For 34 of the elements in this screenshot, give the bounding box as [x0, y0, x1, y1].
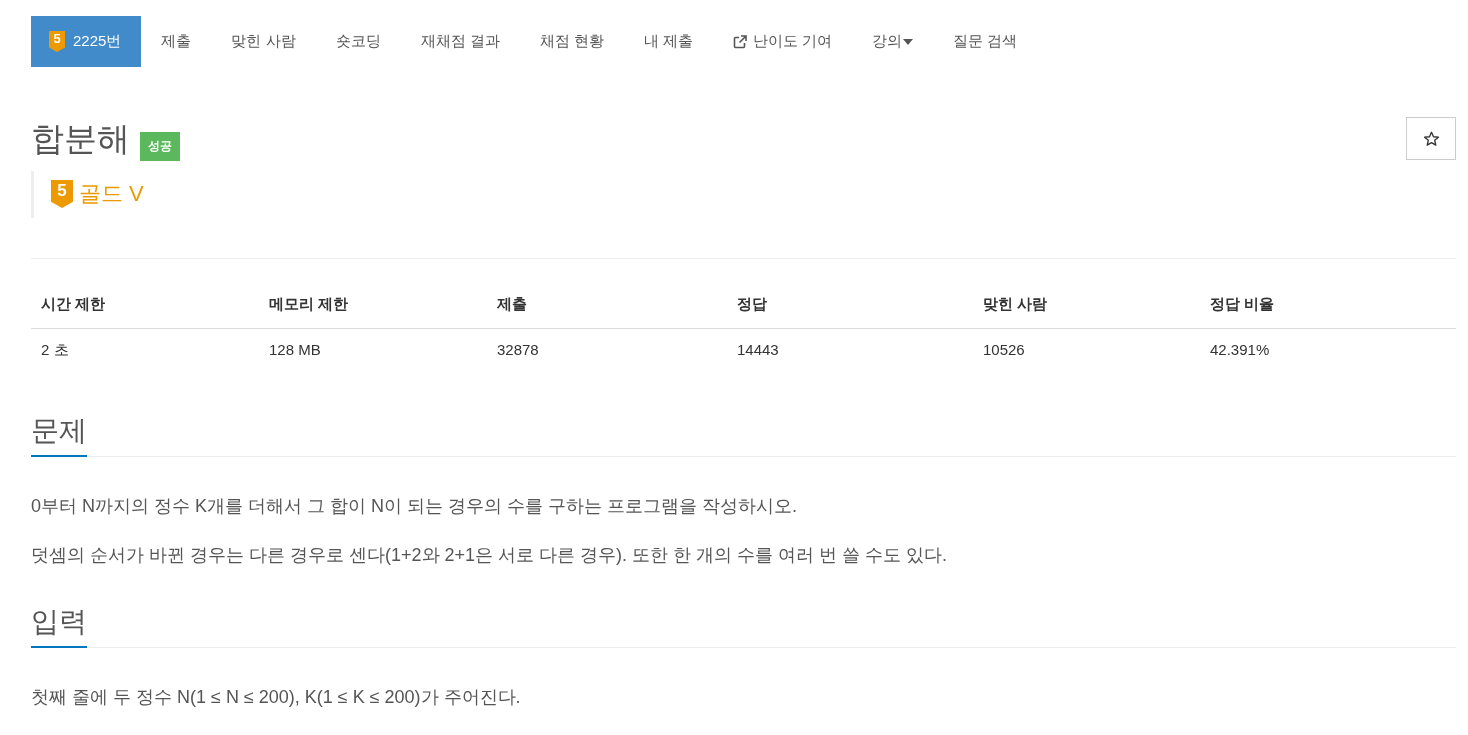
- nav-tab[interactable]: 내 제출: [623, 16, 714, 67]
- column-header: 제출: [496, 294, 528, 314]
- table-cell-text: 14443: [736, 340, 780, 360]
- tier-badge: 5: [49, 31, 65, 52]
- problem-text: 첫째 줄에 두 정수 N(1 ≤ N ≤ 200), K(1 ≤ K ≤ 200)가 주어진다.: [31, 686, 522, 709]
- external-link-icon: [733, 34, 748, 49]
- problem-text: 덧셈의 순서가 바뀐 경우는 다른 경우로 센다(1+2와 2+1은 서로 다른 경우). 또한 한 개의 수를 여러 번 쓸 수도 있다.: [31, 544, 949, 567]
- column-header: 정답 비율: [1209, 294, 1276, 314]
- nav-tab[interactable]: 5 2225번: [31, 16, 142, 67]
- nav-tab[interactable]: 질문 검색: [933, 16, 1038, 67]
- nav-tab[interactable]: 제출: [141, 16, 212, 67]
- column-header: 시간 제한: [40, 294, 107, 314]
- column-header: 메모리 제한: [268, 294, 350, 314]
- table-cell-text: 128 MB: [268, 340, 322, 360]
- nav-tab[interactable]: 재채점 결과: [400, 16, 520, 67]
- nav-tab[interactable]: 채점 현황: [519, 16, 624, 67]
- result-badge: 성공: [140, 132, 180, 161]
- nav-tab[interactable]: 난이도 기여: [713, 16, 853, 67]
- section-heading: 입력: [31, 604, 87, 648]
- favorite-button[interactable]: [1406, 117, 1456, 160]
- table-cell-text: 42.391%: [1209, 340, 1271, 360]
- tier-badge: 5: [51, 180, 73, 208]
- problem-title: 합분해: [31, 119, 130, 159]
- caret-icon: [903, 38, 914, 45]
- nav-tab[interactable]: 맞힌 사람: [211, 16, 316, 67]
- table-cell-text: 10526: [982, 340, 1026, 360]
- column-header: 정답: [736, 294, 768, 314]
- table-cell-text: 2 초: [40, 340, 70, 360]
- nav-tab[interactable]: 강의: [852, 16, 934, 67]
- problem-text: 0부터 N까지의 정수 K개를 더해서 그 합이 N이 되는 경우의 수를 구하는 프로그램을 작성하시오.: [31, 495, 799, 518]
- table-cell-text: 32878: [496, 340, 540, 360]
- nav-tab[interactable]: 숏코딩: [315, 16, 401, 67]
- section-heading: 문제: [31, 413, 87, 457]
- column-header: 맞힌 사람: [982, 294, 1049, 314]
